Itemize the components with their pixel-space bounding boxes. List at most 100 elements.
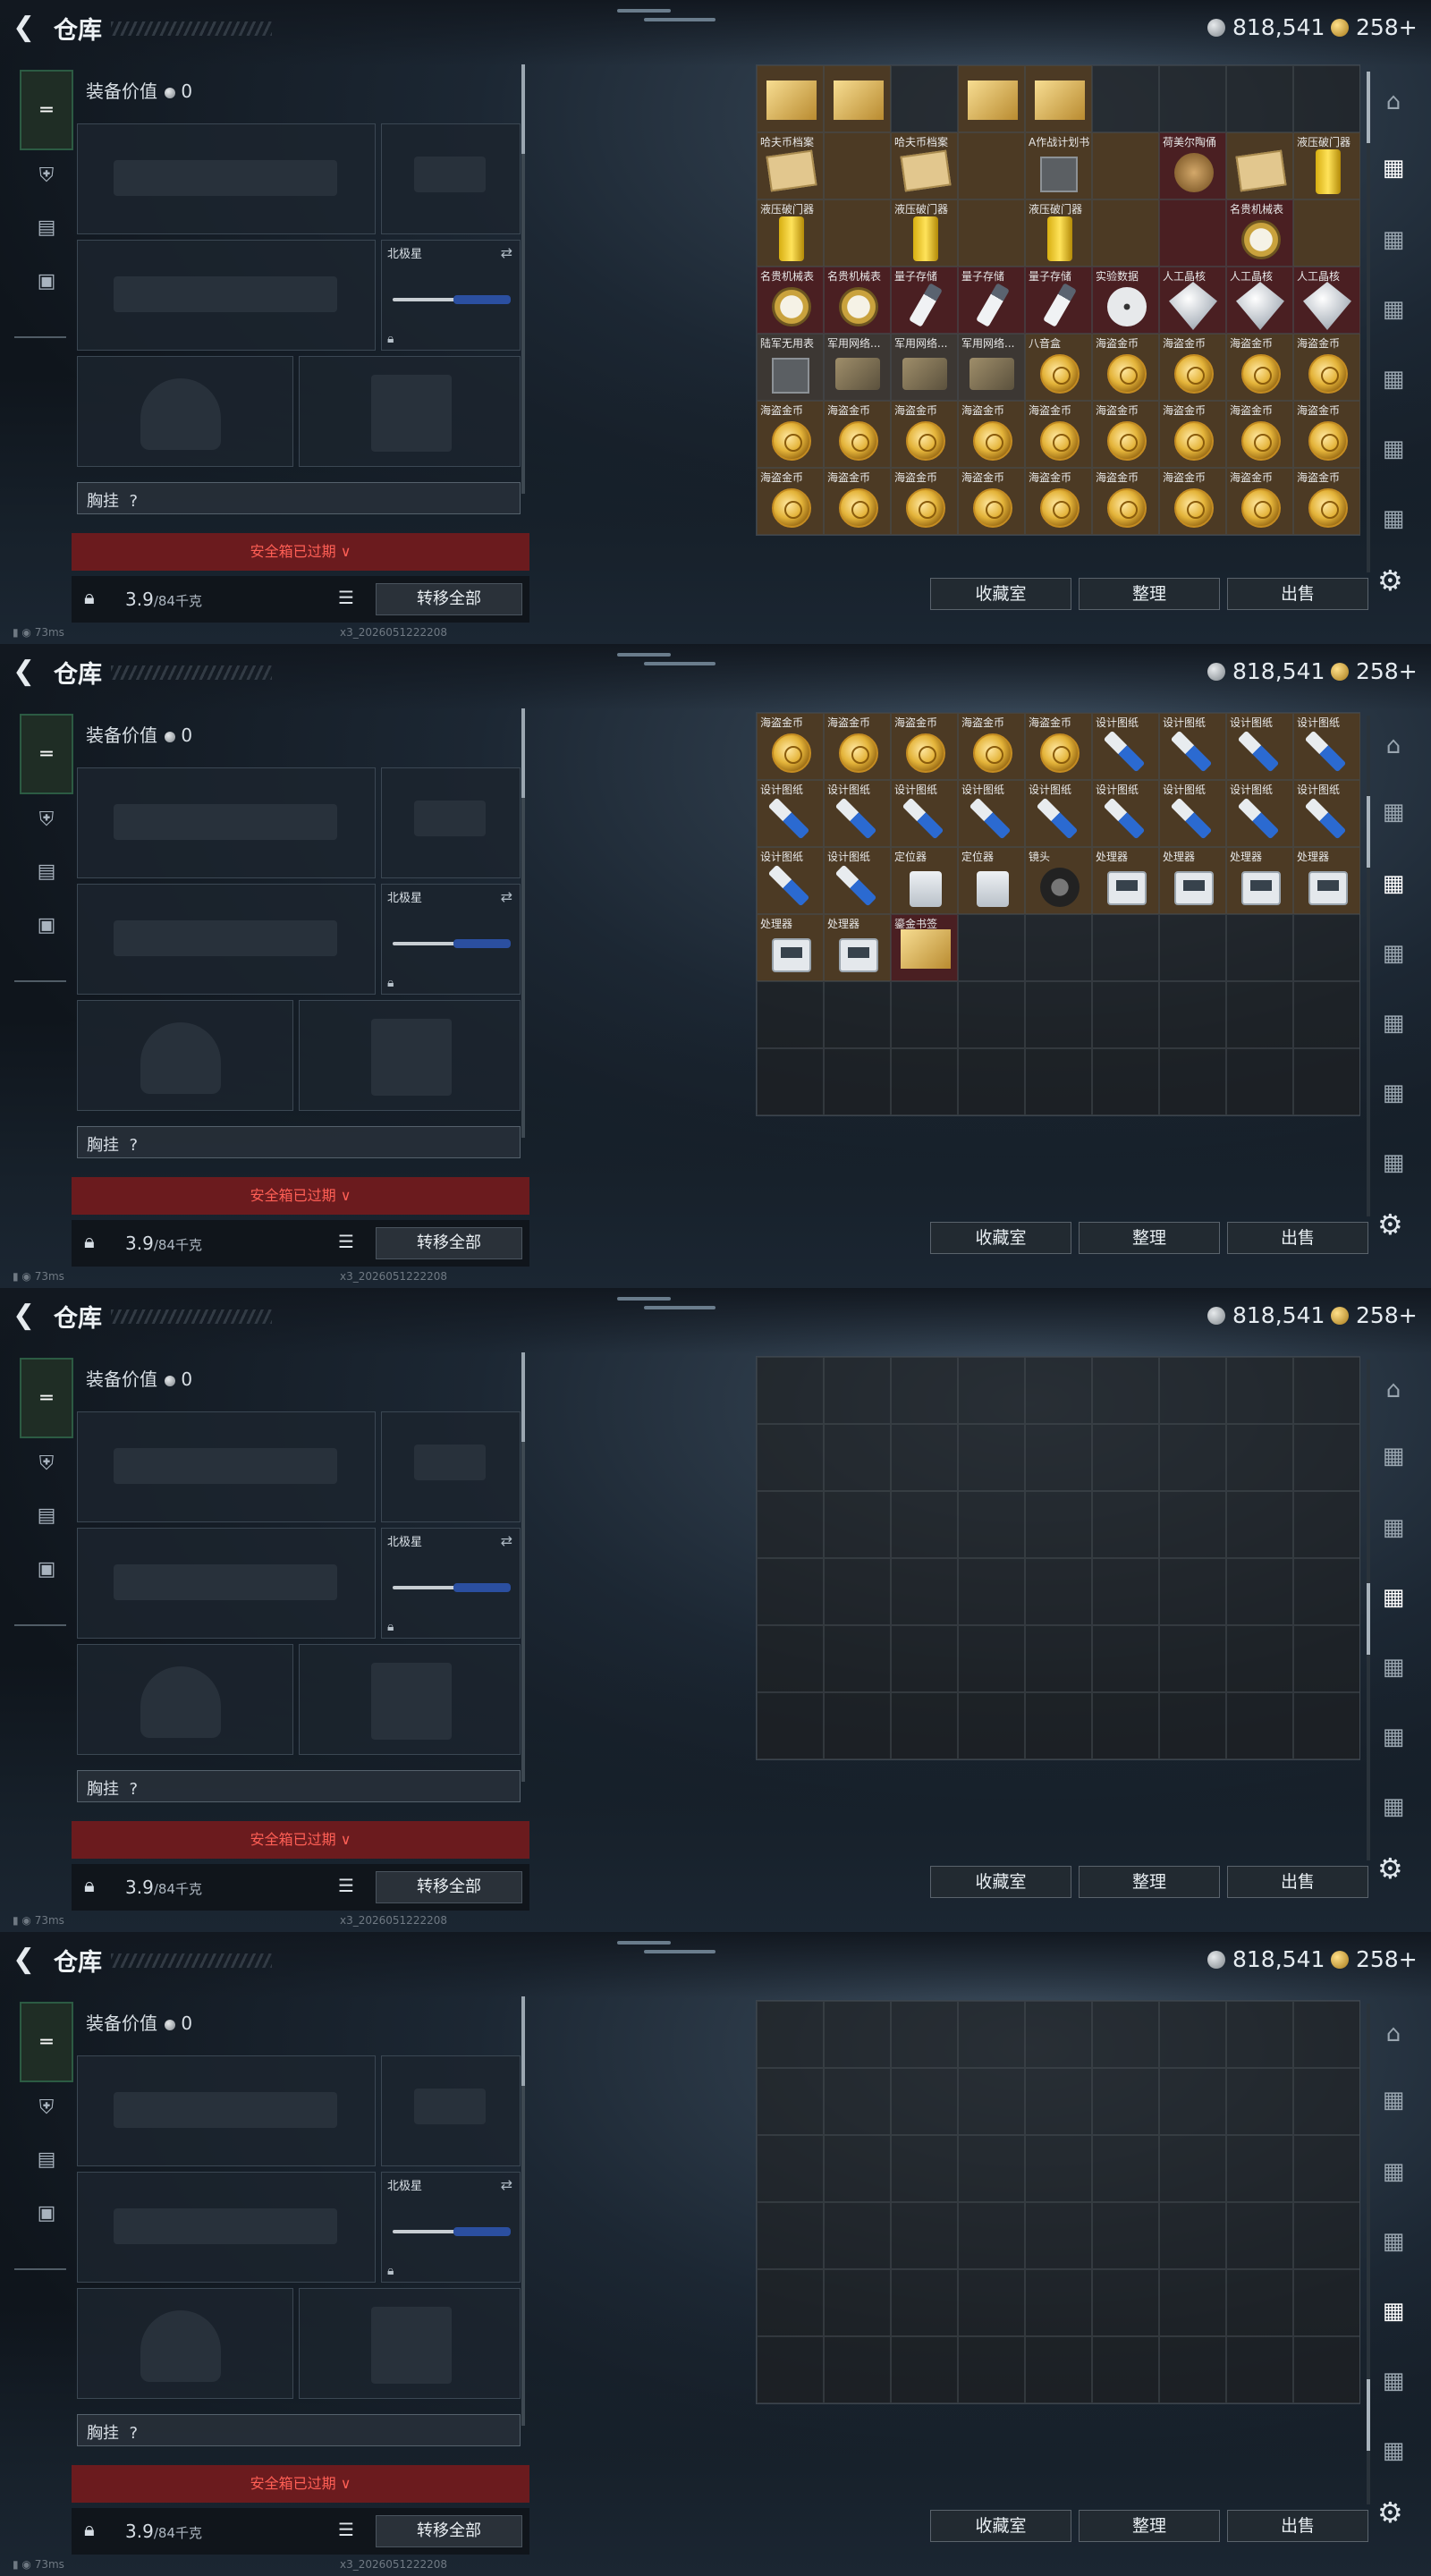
grid-cell[interactable] xyxy=(1092,2202,1159,2269)
list-icon[interactable]: ☰ xyxy=(338,1875,354,1896)
storage-grid[interactable] xyxy=(756,2000,1360,2404)
grid-cell[interactable]: 设计图纸 xyxy=(1293,713,1360,780)
grid-cell[interactable]: 八音盒 xyxy=(1025,334,1092,401)
grid-cell[interactable]: 人工晶核 xyxy=(1293,267,1360,334)
grid-cell[interactable]: 海盗金币 xyxy=(1226,401,1293,468)
chest-rig-slot[interactable]: 胸挂 ? xyxy=(77,1126,521,1158)
grid-cell[interactable]: 海盗金币 xyxy=(1293,334,1360,401)
grid-cell[interactable] xyxy=(1293,1491,1360,1558)
grid-cell[interactable] xyxy=(958,981,1025,1048)
grid-cell[interactable]: 名贵机械表 xyxy=(757,267,824,334)
grid-cell[interactable] xyxy=(891,2001,958,2068)
helmet-slot[interactable] xyxy=(77,1644,293,1755)
pistol-slot[interactable] xyxy=(381,2055,521,2166)
melee-slot[interactable]: 北极星 ⇄ 🔒︎ xyxy=(381,1528,521,1639)
storage-tab-icon[interactable]: ▦ xyxy=(1376,1005,1411,1041)
grid-cell[interactable] xyxy=(757,981,824,1048)
secondary-weapon-slot[interactable] xyxy=(77,884,376,995)
storage-tab-icon[interactable]: ▦ xyxy=(1376,1580,1411,1615)
grid-cell[interactable]: 哈夫币档案 xyxy=(891,132,958,199)
gear-icon[interactable]: ⚙ xyxy=(1377,1852,1403,1885)
grid-cell[interactable] xyxy=(1226,1424,1293,1491)
grid-cell[interactable] xyxy=(958,914,1025,981)
grid-cell[interactable] xyxy=(891,1048,958,1115)
grid-cell[interactable] xyxy=(1293,1048,1360,1115)
safebox-expired-bar[interactable]: 安全箱已过期 ∨ xyxy=(72,1821,529,1859)
grid-cell[interactable]: 处理器 xyxy=(1226,847,1293,914)
grid-cell[interactable]: 海盗金币 xyxy=(1025,401,1092,468)
storage-grid[interactable]: 哈夫币档案 哈夫币档案 A作战计划书 荷美尔陶俑 液压破门器 液压破门器 液压破门器 液压破门… xyxy=(756,64,1360,536)
grid-cell[interactable]: 定位器 xyxy=(891,847,958,914)
grid-cell[interactable]: 设计图纸 xyxy=(824,780,891,847)
grid-cell[interactable] xyxy=(958,2135,1025,2202)
list-icon[interactable]: ☰ xyxy=(338,2519,354,2540)
clipboard-icon[interactable]: ▤ xyxy=(20,853,73,889)
storage-tab-icon[interactable]: ▦ xyxy=(1376,1438,1411,1474)
grid-cell[interactable] xyxy=(1092,199,1159,267)
briefcase-icon[interactable]: ▣ xyxy=(20,263,73,299)
collection-button[interactable]: 收藏室 xyxy=(930,1222,1071,1254)
organize-button[interactable]: 整理 xyxy=(1079,1866,1220,1898)
grid-cell[interactable]: 海盗金币 xyxy=(1293,401,1360,468)
grid-cell[interactable]: 设计图纸 xyxy=(1293,780,1360,847)
secondary-weapon-slot[interactable] xyxy=(77,1528,376,1639)
armor-icon[interactable]: ⛨ xyxy=(20,801,73,837)
grid-cell[interactable] xyxy=(891,2068,958,2135)
grid-cell[interactable] xyxy=(757,1357,824,1424)
grid-cell[interactable]: 处理器 xyxy=(1092,847,1159,914)
grid-cell[interactable]: 设计图纸 xyxy=(1159,780,1226,847)
chest-rig-slot[interactable]: 胸挂 ? xyxy=(77,482,521,514)
grid-cell[interactable] xyxy=(1092,2135,1159,2202)
grid-cell[interactable] xyxy=(1092,2336,1159,2403)
grid-cell[interactable] xyxy=(1226,2202,1293,2269)
grid-cell[interactable] xyxy=(824,132,891,199)
grid-cell[interactable] xyxy=(958,199,1025,267)
storage-tab-icon[interactable]: ▦ xyxy=(1376,501,1411,537)
gear-icon[interactable]: ⚙ xyxy=(1377,1208,1403,1241)
grid-cell[interactable] xyxy=(824,2202,891,2269)
grid-cell[interactable]: 海盗金币 xyxy=(1092,401,1159,468)
grid-cell[interactable]: 海盗金币 xyxy=(891,401,958,468)
grid-cell[interactable] xyxy=(958,2336,1025,2403)
gold-currency[interactable]: 258+ xyxy=(1331,1302,1418,1328)
grid-cell[interactable] xyxy=(1226,1625,1293,1692)
gun-icon[interactable]: ═ xyxy=(20,1358,73,1438)
grid-cell[interactable] xyxy=(958,65,1025,132)
grid-cell[interactable] xyxy=(1092,1357,1159,1424)
melee-slot[interactable]: 北极星 ⇄ 🔒︎ xyxy=(381,240,521,351)
grid-cell[interactable] xyxy=(824,2336,891,2403)
grid-cell[interactable] xyxy=(824,2001,891,2068)
grid-cell[interactable]: 海盗金币 xyxy=(824,713,891,780)
grid-cell[interactable] xyxy=(757,2336,824,2403)
clipboard-icon[interactable]: ▤ xyxy=(20,209,73,245)
swap-icon[interactable]: ⇄ xyxy=(501,2176,512,2193)
grid-cell[interactable]: 海盗金币 xyxy=(958,468,1025,535)
grid-cell[interactable] xyxy=(757,2269,824,2336)
grid-cell[interactable] xyxy=(1226,2269,1293,2336)
grid-cell[interactable] xyxy=(891,1357,958,1424)
grid-cell[interactable]: 处理器 xyxy=(1293,847,1360,914)
grid-cell[interactable] xyxy=(891,1424,958,1491)
grid-cell[interactable] xyxy=(1092,132,1159,199)
grid-cell[interactable] xyxy=(1159,1558,1226,1625)
grid-cell[interactable] xyxy=(1293,199,1360,267)
storage-tab-icon[interactable]: ▦ xyxy=(1376,1649,1411,1685)
grid-cell[interactable] xyxy=(1159,2336,1226,2403)
gear-icon[interactable]: ⚙ xyxy=(1377,2496,1403,2529)
helmet-slot[interactable] xyxy=(77,356,293,467)
grid-cell[interactable] xyxy=(891,65,958,132)
grid-cell[interactable] xyxy=(824,2269,891,2336)
grid-cell[interactable] xyxy=(1092,1625,1159,1692)
grid-cell[interactable]: 液压破门器 xyxy=(1025,199,1092,267)
grid-cell[interactable]: 设计图纸 xyxy=(891,780,958,847)
grid-cell[interactable]: A作战计划书 xyxy=(1025,132,1092,199)
grid-cell[interactable]: 镜头 xyxy=(1025,847,1092,914)
storage-grid[interactable]: 海盗金币 海盗金币 海盗金币 海盗金币 海盗金币 设计图纸 设计图纸 设计图纸 设计图纸 设计图纸… xyxy=(756,712,1360,1116)
secondary-weapon-slot[interactable] xyxy=(77,240,376,351)
pistol-slot[interactable] xyxy=(381,767,521,878)
grid-cell[interactable]: 海盗金币 xyxy=(757,468,824,535)
grid-cell[interactable] xyxy=(757,2068,824,2135)
grid-cell[interactable] xyxy=(958,1357,1025,1424)
grid-cell[interactable] xyxy=(1226,1692,1293,1759)
grid-cell[interactable]: 定位器 xyxy=(958,847,1025,914)
